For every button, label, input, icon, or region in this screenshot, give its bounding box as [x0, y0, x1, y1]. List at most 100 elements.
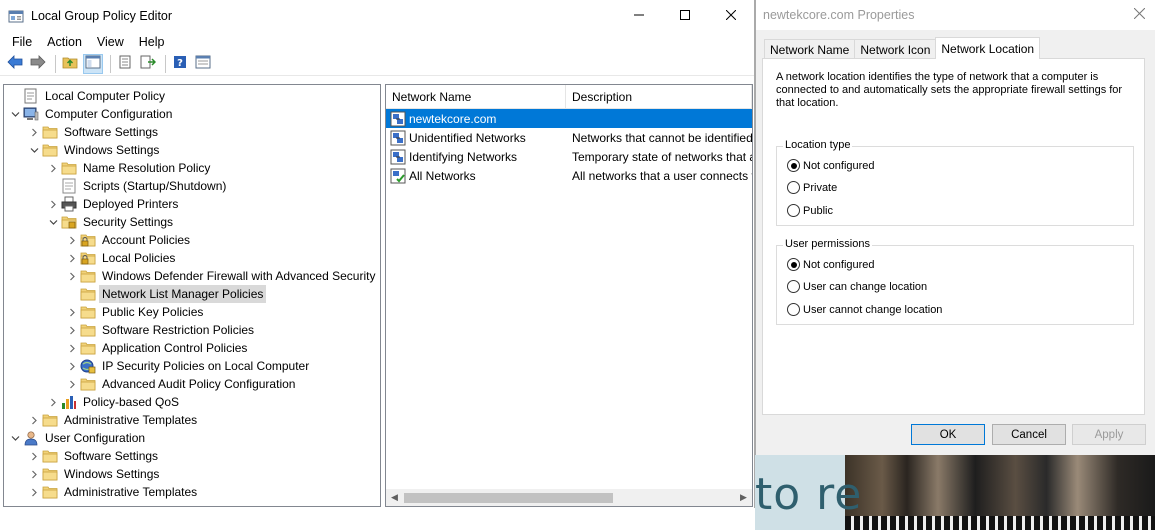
tree-item[interactable]: Public Key Policies	[64, 303, 206, 321]
chevron-right-icon[interactable]	[64, 339, 80, 357]
cancel-button[interactable]: Cancel	[992, 424, 1066, 445]
user-cannot-change-radio[interactable]	[787, 303, 800, 316]
column-description[interactable]: Description	[566, 85, 752, 109]
tree-item[interactable]: Advanced Audit Policy Configuration	[64, 375, 298, 393]
network-icon	[390, 130, 406, 146]
chevron-right-icon[interactable]	[64, 303, 80, 321]
chevron-right-icon[interactable]	[45, 393, 61, 411]
tree-item[interactable]: Application Control Policies	[64, 339, 250, 357]
console-tree[interactable]: Local Computer Policy Computer Configurat…	[3, 84, 381, 507]
menu-file[interactable]: File	[5, 35, 40, 49]
tree-item[interactable]: Scripts (Startup/Shutdown)	[45, 177, 229, 195]
minimize-button[interactable]	[616, 0, 662, 30]
help-button[interactable]: ?	[170, 54, 190, 74]
apply-button[interactable]: Apply	[1072, 424, 1146, 445]
list-row[interactable]: All Networks All networks that a user con…	[386, 166, 752, 185]
chevron-right-icon[interactable]	[26, 465, 42, 483]
tree-item[interactable]: Software Restriction Policies	[64, 321, 257, 339]
chevron-right-icon[interactable]	[64, 267, 80, 285]
chevron-down-icon[interactable]	[7, 105, 23, 123]
tab-network-location[interactable]: Network Location	[935, 37, 1041, 59]
maximize-button[interactable]	[662, 0, 708, 30]
title-bar[interactable]: Local Group Policy Editor	[0, 0, 754, 32]
list-row[interactable]: newtekcore.com	[386, 109, 752, 128]
permission-not-configured-option[interactable]: Not configured	[787, 258, 875, 271]
location-public-radio[interactable]	[787, 204, 800, 217]
tree-item[interactable]: Software Settings	[26, 123, 161, 141]
tree-item[interactable]: Windows Settings	[26, 141, 162, 159]
chevron-right-icon[interactable]	[64, 375, 80, 393]
tree-item[interactable]: Computer Configuration	[7, 105, 175, 123]
scroll-left-button[interactable]: ◀	[386, 489, 403, 506]
user-can-change-radio[interactable]	[787, 280, 800, 293]
chevron-right-icon[interactable]	[26, 411, 42, 429]
location-private-radio[interactable]	[787, 181, 800, 194]
forward-button[interactable]	[28, 54, 48, 74]
list-row[interactable]: Unidentified Networks Networks that canno…	[386, 128, 752, 147]
radio-label: User cannot change location	[803, 303, 943, 316]
user-cannot-change-option[interactable]: User cannot change location	[787, 303, 942, 316]
tree-item[interactable]: Local Policies	[64, 249, 178, 267]
tree-item[interactable]: Deployed Printers	[45, 195, 181, 213]
chevron-right-icon[interactable]	[64, 231, 80, 249]
scroll-thumb[interactable]	[404, 493, 613, 503]
tab-network-icon[interactable]: Network Icon	[854, 39, 937, 59]
chevron-right-icon[interactable]	[45, 159, 61, 177]
help-icon: ?	[173, 55, 187, 72]
show-hide-tree-button[interactable]	[83, 53, 103, 74]
tree-item[interactable]: Network List Manager Policies	[64, 285, 267, 303]
chevron-down-icon[interactable]	[26, 141, 42, 159]
chevron-right-icon[interactable]	[26, 123, 42, 141]
tree-item-label: Name Resolution Policy	[83, 161, 211, 175]
tree-item[interactable]: User Configuration	[7, 429, 148, 447]
chevron-right-icon[interactable]	[64, 321, 80, 339]
scroll-right-button[interactable]: ▶	[735, 489, 752, 506]
extended-view-button[interactable]	[193, 54, 213, 74]
dialog-close-button[interactable]	[1133, 6, 1146, 22]
chevron-right-icon[interactable]	[64, 357, 80, 375]
folder-icon	[42, 484, 58, 500]
chevron-right-icon[interactable]	[64, 249, 80, 267]
user-can-change-option[interactable]: User can change location	[787, 280, 927, 293]
tree-item[interactable]: Administrative Templates	[26, 411, 200, 429]
tree-item[interactable]: Administrative Templates	[26, 483, 200, 501]
location-public-option[interactable]: Public	[787, 204, 833, 217]
tree-item[interactable]: Account Policies	[64, 231, 193, 249]
chevron-right-icon[interactable]	[26, 483, 42, 501]
back-button[interactable]	[5, 54, 25, 74]
location-not-configured-option[interactable]: Not configured	[787, 159, 875, 172]
chevron-right-icon[interactable]	[26, 447, 42, 465]
list-rows: newtekcore.com Unidentified Networks Netwo…	[386, 109, 752, 185]
horizontal-scrollbar[interactable]: ◀ ▶	[386, 489, 752, 506]
tree-item[interactable]: Name Resolution Policy	[45, 159, 213, 177]
location-not-configured-radio[interactable]	[787, 159, 800, 172]
menu-action[interactable]: Action	[40, 35, 90, 49]
tree-item-label: Windows Settings	[64, 467, 160, 481]
network-name-text: Identifying Networks	[409, 149, 518, 164]
export-list-button[interactable]	[138, 54, 158, 74]
tree-item[interactable]: Windows Defender Firewall with Advanced …	[64, 267, 378, 285]
tree-item[interactable]: Windows Settings	[26, 465, 162, 483]
tree-item[interactable]: Software Settings	[26, 447, 161, 465]
list-row[interactable]: Identifying Networks Temporary state of n…	[386, 147, 752, 166]
result-list[interactable]: Network Name Description newtekcore.com U…	[385, 84, 753, 507]
chevron-down-icon[interactable]	[7, 429, 23, 447]
tree-item[interactable]: IP Security Policies on Local Computer	[64, 357, 312, 375]
chevron-down-icon[interactable]	[45, 213, 61, 231]
tree-item[interactable]: Local Computer Policy	[7, 87, 168, 105]
up-one-level-button[interactable]	[60, 54, 80, 74]
column-network-name[interactable]: Network Name	[386, 85, 566, 109]
permission-not-configured-radio[interactable]	[787, 258, 800, 271]
tree-item[interactable]: Policy-based QoS	[45, 393, 182, 411]
dialog-title-bar[interactable]: newtekcore.com Properties	[756, 0, 1155, 30]
ok-button[interactable]: OK	[911, 424, 985, 445]
menu-help[interactable]: Help	[132, 35, 173, 49]
tab-network-name[interactable]: Network Name	[764, 39, 856, 59]
close-button[interactable]	[708, 0, 754, 30]
location-private-option[interactable]: Private	[787, 181, 837, 194]
tree-item[interactable]: Security Settings	[45, 213, 176, 231]
menu-view[interactable]: View	[90, 35, 132, 49]
chevron-right-icon[interactable]	[45, 195, 61, 213]
properties-button[interactable]	[115, 54, 135, 74]
scroll-track[interactable]	[403, 489, 735, 506]
